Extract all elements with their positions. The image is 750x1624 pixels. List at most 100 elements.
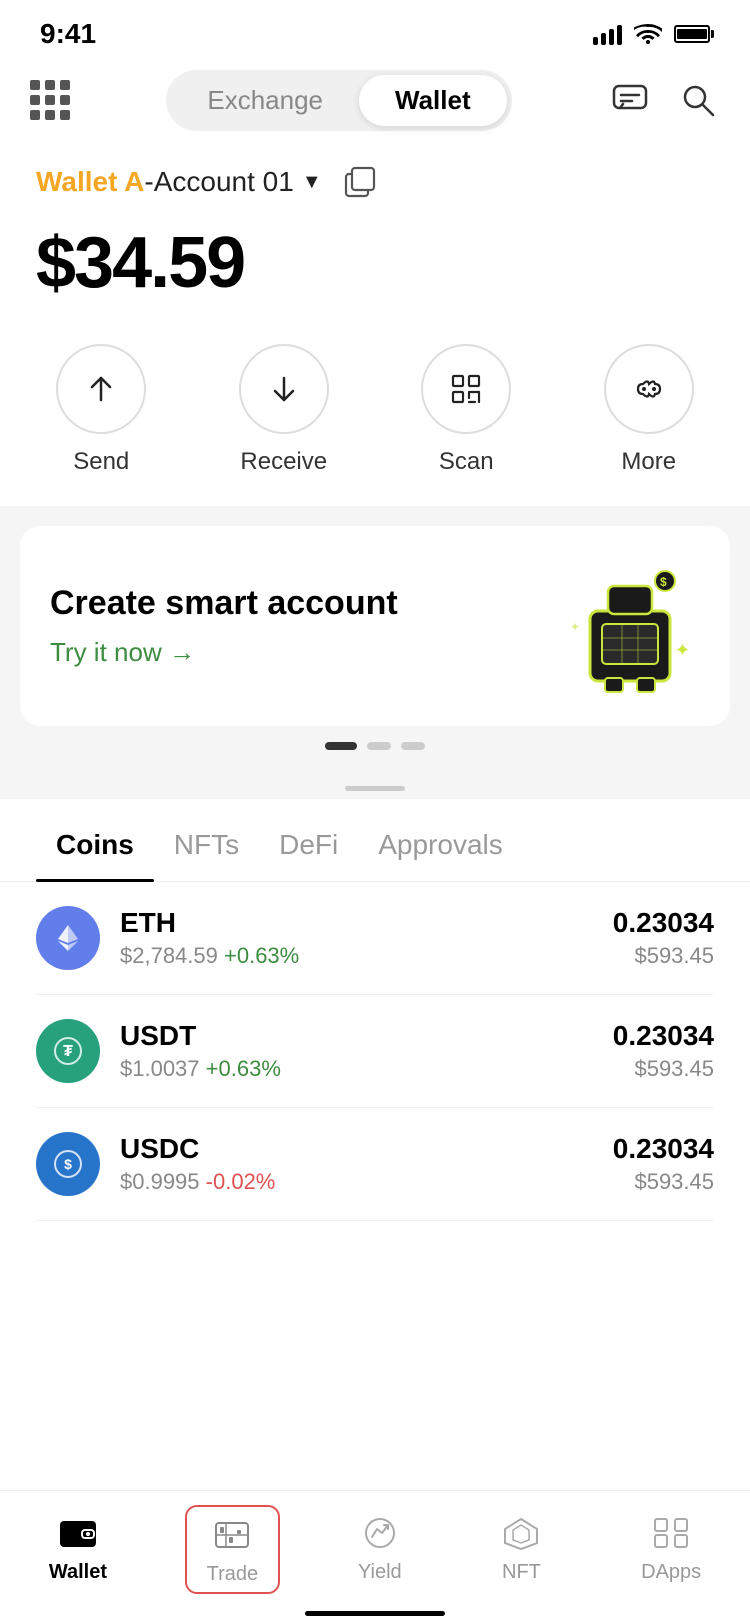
eth-amount: 0.23034	[613, 907, 714, 939]
svg-text:✦: ✦	[570, 620, 580, 634]
svg-text:$: $	[64, 1156, 72, 1172]
search-icon	[680, 82, 716, 118]
usdc-price-value: $0.9995	[120, 1169, 200, 1194]
usdt-logo: ₮	[51, 1034, 85, 1068]
usdc-info: USDC $0.9995 -0.02%	[120, 1133, 613, 1195]
wallet-nav-label: Wallet	[49, 1561, 107, 1584]
usdt-change: +0.63%	[206, 1056, 281, 1081]
account-section: Wallet A - Account 01 ▼ $34.59	[0, 140, 750, 344]
banner-cta[interactable]: Try it now →	[50, 637, 398, 668]
dapps-nav-icon-box	[649, 1511, 693, 1555]
exchange-tab[interactable]: Exchange	[171, 75, 359, 126]
usdc-change: -0.02%	[206, 1169, 276, 1194]
coin-list: ETH $2,784.59 +0.63% 0.23034 $593.45 ₮ U…	[0, 882, 750, 1221]
send-circle	[56, 344, 146, 434]
nav-trade[interactable]: Trade	[185, 1505, 281, 1594]
dapps-nav-label: DApps	[641, 1561, 701, 1584]
more-icon	[630, 370, 668, 408]
nav-nft[interactable]: NFT	[479, 1505, 563, 1594]
eth-change: +0.63%	[224, 943, 299, 968]
eth-coin-item[interactable]: ETH $2,784.59 +0.63% 0.23034 $593.45	[36, 882, 714, 995]
wifi-icon	[634, 24, 662, 44]
signal-icon	[593, 23, 622, 45]
header-actions	[608, 78, 720, 122]
usdt-icon: ₮	[36, 1019, 100, 1083]
smart-account-banner[interactable]: Create smart account Try it now → $	[20, 526, 730, 726]
usdc-logo: $	[51, 1147, 85, 1181]
usdc-price: $0.9995 -0.02%	[120, 1169, 613, 1195]
usdt-value: $593.45	[613, 1056, 714, 1082]
wallet-tab[interactable]: Wallet	[359, 75, 507, 126]
svg-text:✦: ✦	[675, 640, 690, 660]
yield-nav-icon-box	[358, 1511, 402, 1555]
nft-nav-label: NFT	[502, 1561, 541, 1584]
usdt-coin-item[interactable]: ₮ USDT $1.0037 +0.63% 0.23034 $593.45	[36, 995, 714, 1108]
banner-dot-1	[325, 742, 357, 750]
asset-tabs: Coins NFTs DeFi Approvals	[0, 809, 750, 882]
yield-nav-icon	[360, 1515, 400, 1551]
usdt-symbol: USDT	[120, 1020, 613, 1052]
usdt-price: $1.0037 +0.63%	[120, 1056, 613, 1082]
usdt-price-value: $1.0037	[120, 1056, 200, 1081]
defi-tab[interactable]: DeFi	[259, 809, 358, 881]
robot-svg: $ ✦ ✦	[560, 556, 700, 696]
eth-info: ETH $2,784.59 +0.63%	[120, 907, 613, 969]
drag-bar	[345, 786, 405, 791]
usdt-amount: 0.23034	[613, 1020, 714, 1052]
svg-text:$: $	[660, 575, 667, 589]
chat-icon	[612, 82, 648, 118]
bottom-nav: Wallet Trade Yield	[0, 1490, 750, 1624]
more-circle	[604, 344, 694, 434]
status-time: 9:41	[40, 18, 96, 50]
status-icons	[593, 23, 710, 45]
scan-label: Scan	[439, 448, 494, 476]
banner-pagination	[20, 742, 730, 750]
receive-circle	[239, 344, 329, 434]
drag-handle	[0, 770, 750, 799]
status-bar: 9:41	[0, 0, 750, 60]
send-button[interactable]: Send	[56, 344, 146, 476]
approvals-tab[interactable]: Approvals	[358, 809, 523, 881]
scan-circle	[421, 344, 511, 434]
eth-logo	[51, 921, 85, 955]
send-label: Send	[73, 448, 129, 476]
send-arrow-up-icon	[82, 370, 120, 408]
copy-address-button[interactable]	[338, 160, 382, 204]
banner-illustration: $ ✦ ✦	[560, 556, 700, 696]
trade-nav-label: Trade	[207, 1563, 259, 1586]
scan-icon	[447, 370, 485, 408]
usdt-info: USDT $1.0037 +0.63%	[120, 1020, 613, 1082]
eth-price-value: $2,784.59	[120, 943, 218, 968]
scan-button[interactable]: Scan	[421, 344, 511, 476]
battery-icon	[674, 25, 710, 43]
mode-tab-switcher: Exchange Wallet	[166, 70, 511, 131]
chat-button[interactable]	[608, 78, 652, 122]
more-label: More	[621, 448, 676, 476]
usdc-value: $593.45	[613, 1169, 714, 1195]
receive-label: Receive	[240, 448, 327, 476]
account-selector[interactable]: Wallet A - Account 01 ▼	[36, 166, 322, 198]
grid-menu-button[interactable]	[30, 80, 70, 120]
banner-section: Create smart account Try it now → $	[0, 506, 750, 770]
search-button[interactable]	[676, 78, 720, 122]
nav-dapps[interactable]: DApps	[621, 1505, 721, 1594]
eth-value: $593.45	[613, 943, 714, 969]
dapps-nav-icon	[651, 1515, 691, 1551]
more-button[interactable]: More	[604, 344, 694, 476]
receive-button[interactable]: Receive	[239, 344, 329, 476]
banner-dot-3	[401, 742, 425, 750]
nfts-tab[interactable]: NFTs	[154, 809, 259, 881]
usdc-amount: 0.23034	[613, 1133, 714, 1165]
nav-yield[interactable]: Yield	[338, 1505, 422, 1594]
yield-nav-label: Yield	[358, 1561, 402, 1584]
nft-nav-icon	[501, 1515, 541, 1551]
usdt-amounts: 0.23034 $593.45	[613, 1020, 714, 1082]
eth-symbol: ETH	[120, 907, 613, 939]
home-indicator	[305, 1611, 445, 1616]
banner-title: Create smart account	[50, 584, 398, 623]
trade-nav-icon-box	[210, 1513, 254, 1557]
trade-nav-icon	[212, 1517, 252, 1553]
usdc-coin-item[interactable]: $ USDC $0.9995 -0.02% 0.23034 $593.45	[36, 1108, 714, 1221]
nav-wallet[interactable]: Wallet	[29, 1505, 127, 1594]
coins-tab[interactable]: Coins	[36, 809, 154, 881]
